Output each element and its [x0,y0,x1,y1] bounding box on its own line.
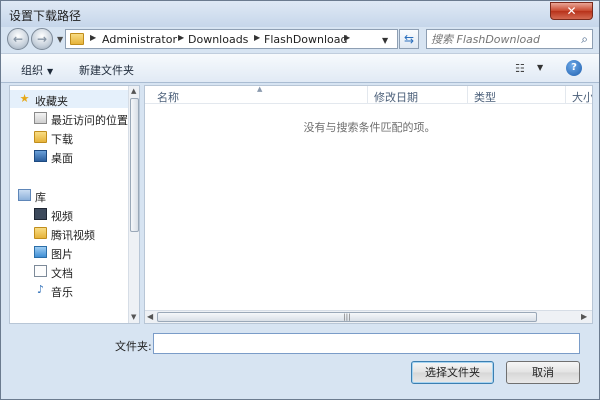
sidebar-item-desktop[interactable]: 桌面 [10,147,128,165]
file-list-pane: ▲ 名称 修改日期 类型 大小 没有与搜索条件匹配的项。 ◀ ||| ▶ [144,85,593,324]
column-header-type[interactable]: 类型 [474,89,496,105]
address-bar[interactable]: ▶ Administrator ▶ Downloads ▶ FlashDownl… [65,29,398,49]
music-icon: ♪ [36,283,45,296]
recent-places-icon [34,112,47,124]
scrollbar-thumb[interactable] [130,98,139,232]
navigation-scrollbar[interactable]: ▲ ▼ [128,86,139,323]
address-row: ← → ▼ ▶ Administrator ▶ Downloads ▶ Flas… [1,27,599,51]
scroll-left-icon[interactable]: ◀ [147,312,153,321]
window-title: 设置下载路径 [9,9,82,23]
sidebar-item-label: 下载 [51,133,73,146]
recent-pages-dropdown-icon[interactable]: ▼ [57,35,63,44]
sidebar-item-favorites[interactable]: ★ 收藏夹 [10,90,128,108]
scrollbar-thumb[interactable]: ||| [157,312,537,322]
breadcrumb-separator-icon[interactable]: ▶ [178,33,184,42]
breadcrumb-separator-icon[interactable]: ▶ [90,33,96,42]
close-icon: ✕ [566,4,577,18]
document-icon [34,265,47,277]
folder-name-input[interactable] [153,333,580,354]
close-button[interactable]: ✕ [550,2,593,20]
column-divider[interactable] [467,86,468,104]
sidebar-item-label: 腾讯视频 [51,229,95,242]
sidebar-item-label: 库 [35,191,46,204]
breadcrumb-separator-icon[interactable]: ▶ [344,33,350,42]
sidebar-item-label: 桌面 [51,152,73,165]
sidebar-item-label: 音乐 [51,286,73,299]
scroll-right-icon[interactable]: ▶ [581,312,587,321]
sidebar-item-label: 文档 [51,267,73,280]
cancel-button[interactable]: 取消 [506,361,580,384]
sidebar-item-pictures[interactable]: 图片 [10,243,128,261]
organize-button[interactable]: 组织 ▼ [21,62,53,78]
chevron-down-icon: ▼ [47,67,54,76]
sidebar-item-label: 图片 [51,248,73,261]
organize-label: 组织 [21,64,43,77]
sidebar-item-documents[interactable]: 文档 [10,262,128,280]
search-icon[interactable]: ⌕ [581,32,588,47]
folder-icon [34,227,47,239]
sidebar-item-videos[interactable]: 视频 [10,205,128,223]
forward-button[interactable]: → [31,28,53,50]
sidebar-item-downloads[interactable]: 下载 [10,128,128,146]
command-toolbar: 组织 ▼ 新建文件夹 ☷ ▼ ? [1,53,599,83]
horizontal-scrollbar[interactable]: ◀ ||| ▶ [145,310,592,323]
column-divider[interactable] [565,86,566,104]
navigation-buttons: ← → ▼ [7,28,63,50]
help-icon[interactable]: ? [566,60,582,76]
grip-icon: ||| [343,313,351,321]
desktop-icon [34,150,47,162]
breadcrumb-flashdownload[interactable]: FlashDownload [264,33,348,46]
empty-folder-message: 没有与搜索条件匹配的项。 [303,121,436,134]
folder-icon [70,33,84,45]
column-header-size[interactable]: 大小 [572,89,592,105]
sidebar-item-label: 收藏夹 [35,95,68,108]
chevron-down-icon[interactable]: ▼ [537,63,543,72]
title-bar: 设置下载路径 ✕ [1,1,599,27]
column-header-name[interactable]: 名称 [157,89,179,105]
column-divider[interactable] [367,86,368,104]
column-header-date-modified[interactable]: 修改日期 [374,89,418,105]
sidebar-item-recent-places[interactable]: 最近访问的位置 [10,109,128,127]
sidebar-item-label: 视频 [51,210,73,223]
dialog-window: 设置下载路径 ✕ ← → ▼ ▶ Administrator ▶ Downloa… [0,0,600,400]
scroll-down-icon[interactable]: ▼ [131,313,136,321]
arrow-left-icon: ← [12,32,24,46]
refresh-icon: ⇆ [403,32,415,46]
sidebar-item-libraries[interactable]: 库 [10,186,128,204]
arrow-right-icon: → [36,32,48,46]
breadcrumb-administrator[interactable]: Administrator [102,33,177,46]
folder-name-label: 文件夹: [115,340,152,353]
search-input[interactable] [431,32,571,47]
refresh-button[interactable]: ⇆ [399,29,419,49]
back-button[interactable]: ← [7,28,29,50]
video-icon [34,208,47,220]
new-folder-button[interactable]: 新建文件夹 [79,62,134,78]
scroll-up-icon[interactable]: ▲ [131,87,136,95]
column-header-row: ▲ 名称 修改日期 类型 大小 [145,85,592,105]
search-box[interactable]: ⌕ [426,29,593,49]
select-folder-button[interactable]: 选择文件夹 [411,361,494,384]
library-icon [18,189,31,201]
picture-icon [34,246,47,258]
address-history-dropdown-icon[interactable]: ▼ [382,36,388,45]
breadcrumb-separator-icon[interactable]: ▶ [254,33,260,42]
sort-ascending-icon: ▲ [257,85,263,93]
sidebar-item-tencent-video[interactable]: 腾讯视频 [10,224,128,242]
view-options-icon[interactable]: ☷ [515,62,525,75]
navigation-pane: ★ 收藏夹 最近访问的位置 下载 桌面 库 视频 腾讯视频 图片 文档 ♪ 音乐… [9,85,140,324]
sidebar-item-label: 最近访问的位置 [51,114,128,127]
breadcrumb-downloads[interactable]: Downloads [188,33,248,46]
star-icon: ★ [19,92,30,105]
folder-icon [34,131,47,143]
sidebar-item-music[interactable]: ♪ 音乐 [10,281,128,300]
